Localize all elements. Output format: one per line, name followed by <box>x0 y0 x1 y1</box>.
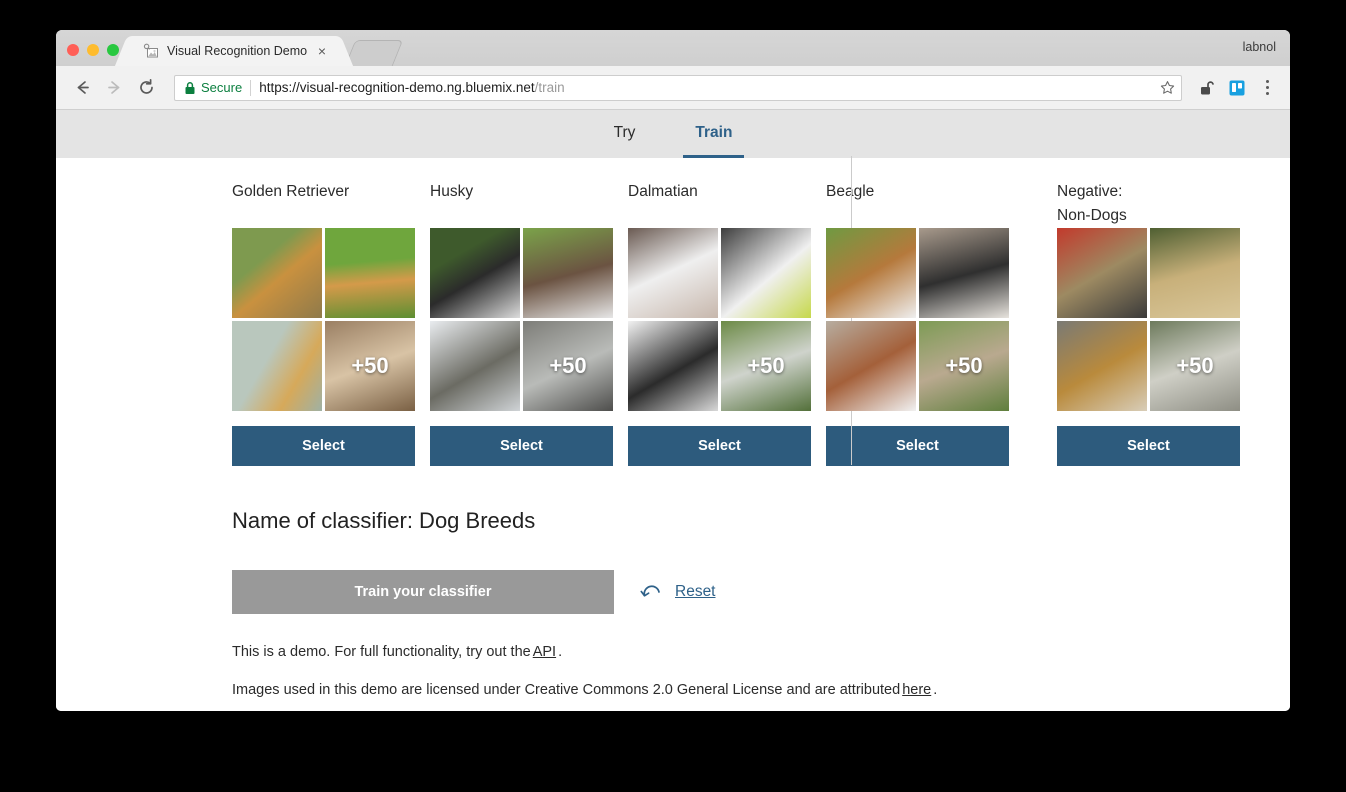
undo-arrow-icon <box>640 581 664 603</box>
train-classifier-button[interactable]: Train your classifier <box>232 570 614 614</box>
thumbnail-image-more[interactable]: +50 <box>1150 321 1240 411</box>
column-label-negative: Negative: Non-Dogs <box>1057 180 1240 228</box>
column-label: Husky <box>430 180 613 228</box>
select-button-dalmatian[interactable]: Select <box>628 426 811 466</box>
back-icon[interactable] <box>68 74 96 102</box>
close-icon[interactable]: × <box>314 43 330 59</box>
thumbnail-image[interactable] <box>628 228 718 318</box>
classifier-name-heading: Name of classifier: Dog Breeds <box>232 508 1290 534</box>
thumbnail-image-more[interactable]: +50 <box>919 321 1009 411</box>
thumbnail-image[interactable] <box>628 321 718 411</box>
training-column-dalmatian: Dalmatian +50 Select <box>628 180 811 466</box>
reset-link[interactable]: Reset <box>675 583 716 601</box>
more-images-count: +50 <box>721 321 811 411</box>
select-button-beagle[interactable]: Select <box>826 426 1009 466</box>
more-images-count: +50 <box>325 321 415 411</box>
thumbnail-image[interactable] <box>325 228 415 318</box>
demo-note-suffix: . <box>558 644 562 660</box>
training-column-beagle: Beagle +50 Select <box>826 180 1009 466</box>
thumbnail-image[interactable] <box>430 228 520 318</box>
select-button-golden-retriever[interactable]: Select <box>232 426 415 466</box>
more-images-count: +50 <box>523 321 613 411</box>
browser-tab-title: Visual Recognition Demo <box>167 44 314 58</box>
thumbnail-grid: +50 <box>826 228 1009 411</box>
thumbnail-image-more[interactable]: +50 <box>523 321 613 411</box>
thumbnail-grid: +50 <box>430 228 613 411</box>
thumbnail-image[interactable] <box>232 228 322 318</box>
security-status-label: Secure <box>201 80 242 95</box>
app-nav-tabs: Try Train <box>56 110 1290 158</box>
training-column-negative: Negative: Non-Dogs +50 Select <box>1057 180 1240 466</box>
thumbnail-image[interactable] <box>721 228 811 318</box>
browser-tab[interactable]: Visual Recognition Demo × <box>130 36 338 66</box>
tab-try[interactable]: Try <box>602 110 648 158</box>
thumbnail-image[interactable] <box>1057 228 1147 318</box>
browser-tab-strip: Visual Recognition Demo × labnol <box>56 30 1290 66</box>
bookmark-star-icon[interactable] <box>1160 80 1175 95</box>
attribution-here-link[interactable]: here <box>902 682 931 698</box>
close-window-button[interactable] <box>67 44 79 56</box>
omnibox-separator <box>250 80 251 96</box>
address-bar[interactable]: Secure https://visual-recognition-demo.n… <box>174 75 1182 101</box>
thumbnail-image[interactable] <box>1150 228 1240 318</box>
thumbnail-image[interactable] <box>523 228 613 318</box>
lock-icon <box>184 81 196 95</box>
license-note: Images used in this demo are licensed un… <box>232 682 1290 698</box>
training-column-husky: Husky +50 Select <box>430 180 613 466</box>
more-images-count: +50 <box>919 321 1009 411</box>
minimize-window-button[interactable] <box>87 44 99 56</box>
reset-control[interactable]: Reset <box>640 581 716 603</box>
maximize-window-button[interactable] <box>107 44 119 56</box>
trello-extension-icon[interactable] <box>1224 75 1250 101</box>
license-note-prefix: Images used in this demo are licensed un… <box>232 682 900 698</box>
url-text: https://visual-recognition-demo.ng.bluem… <box>259 80 1160 95</box>
thumbnail-grid: +50 <box>628 228 811 411</box>
column-label: Beagle <box>826 180 1009 228</box>
more-images-count: +50 <box>1150 321 1240 411</box>
url-pathname: /train <box>535 80 565 95</box>
thumbnail-image[interactable] <box>1057 321 1147 411</box>
thumbnail-image[interactable] <box>430 321 520 411</box>
thumbnail-image[interactable] <box>826 321 916 411</box>
thumbnail-grid: +50 <box>232 228 415 411</box>
column-label: Golden Retriever <box>232 180 415 228</box>
image-photo-icon <box>143 43 159 59</box>
profile-name[interactable]: labnol <box>1243 40 1276 54</box>
training-columns: Golden Retriever +50 Select Husky <box>56 158 1290 466</box>
column-label-line2: Non-Dogs <box>1057 204 1240 228</box>
api-link[interactable]: API <box>533 644 556 660</box>
browser-window: Visual Recognition Demo × labnol <box>56 30 1290 711</box>
thumbnail-image[interactable] <box>232 321 322 411</box>
new-tab-button[interactable] <box>345 40 404 66</box>
license-note-suffix: . <box>933 682 937 698</box>
tab-train[interactable]: Train <box>683 110 744 158</box>
thumbnail-image-more[interactable]: +50 <box>325 321 415 411</box>
training-column-golden-retriever: Golden Retriever +50 Select <box>232 180 415 466</box>
demo-note: This is a demo. For full functionality, … <box>232 644 1290 660</box>
page-content: Try Train Golden Retriever +50 Select <box>56 110 1290 711</box>
thumbnail-image[interactable] <box>919 228 1009 318</box>
three-dot-menu-icon[interactable] <box>1256 75 1278 101</box>
column-label: Dalmatian <box>628 180 811 228</box>
reload-icon[interactable] <box>132 74 160 102</box>
demo-note-prefix: This is a demo. For full functionality, … <box>232 644 531 660</box>
forward-icon <box>100 74 128 102</box>
url-origin: https://visual-recognition-demo.ng.bluem… <box>259 80 534 95</box>
thumbnail-grid: +50 <box>1057 228 1240 411</box>
browser-toolbar: Secure https://visual-recognition-demo.n… <box>56 66 1290 110</box>
classifier-actions: Train your classifier Reset <box>232 570 1290 614</box>
thumbnail-image-more[interactable]: +50 <box>721 321 811 411</box>
thumbnail-image[interactable] <box>826 228 916 318</box>
window-traffic-lights <box>67 44 119 56</box>
classifier-section: Name of classifier: Dog Breeds Train you… <box>56 466 1290 698</box>
unlocked-padlock-extension-icon[interactable] <box>1194 75 1220 101</box>
select-button-negative[interactable]: Select <box>1057 426 1240 466</box>
select-button-husky[interactable]: Select <box>430 426 613 466</box>
column-label-line1: Negative: <box>1057 180 1240 204</box>
